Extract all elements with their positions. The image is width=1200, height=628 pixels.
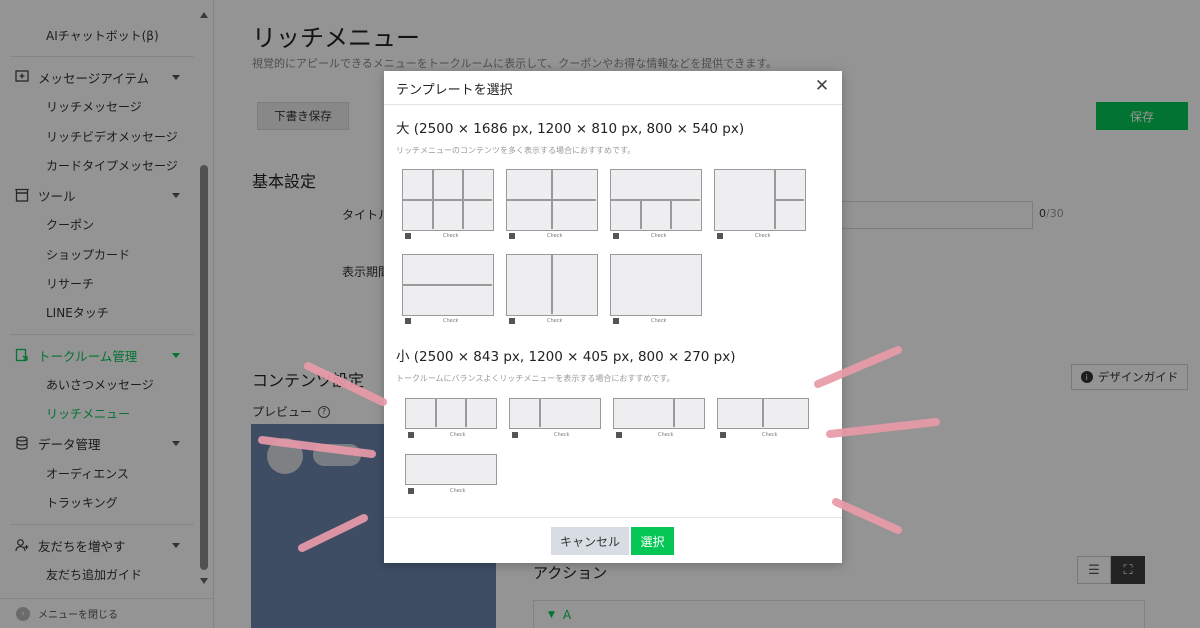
radio-button[interactable] <box>408 432 414 438</box>
template-caption: Check <box>443 233 459 239</box>
template-preview <box>717 398 809 429</box>
radio-button[interactable] <box>613 233 619 239</box>
template-preview <box>402 254 494 316</box>
template-preview <box>610 169 702 231</box>
radio-button[interactable] <box>720 432 726 438</box>
template-caption: Check <box>547 318 563 324</box>
template-caption: Check <box>658 432 674 438</box>
radio-button[interactable] <box>405 318 411 324</box>
select-button[interactable]: 選択 <box>631 527 674 555</box>
template-caption: Check <box>651 233 667 239</box>
dialog-header: テンプレートを選択 ✕ <box>384 71 842 105</box>
template-caption: Check <box>443 318 459 324</box>
dialog-title: テンプレートを選択 <box>396 83 513 98</box>
template-caption: Check <box>755 233 771 239</box>
template-preview <box>714 169 806 231</box>
template-caption: Check <box>554 432 570 438</box>
template-preview <box>610 254 702 316</box>
template-caption: Check <box>547 233 563 239</box>
small-templates-description: トークルームにバランスよくリッチメニューを表示する場合におすすめです。 <box>396 374 675 383</box>
template-preview <box>509 398 601 429</box>
template-preview <box>506 254 598 316</box>
radio-button[interactable] <box>613 318 619 324</box>
template-preview <box>506 169 598 231</box>
small-templates-heading: 小 (2500 × 843 px, 1200 × 405 px, 800 × 2… <box>396 349 736 365</box>
template-preview <box>402 169 494 231</box>
radio-button[interactable] <box>512 432 518 438</box>
radio-button[interactable] <box>408 488 414 494</box>
close-icon[interactable]: ✕ <box>814 78 830 95</box>
template-caption: Check <box>762 432 778 438</box>
radio-button[interactable] <box>405 233 411 239</box>
template-caption: Check <box>450 488 466 494</box>
template-preview <box>405 454 497 485</box>
large-templates-heading: 大 (2500 × 1686 px, 1200 × 810 px, 800 × … <box>396 121 745 137</box>
template-caption: Check <box>450 432 466 438</box>
cancel-button[interactable]: キャンセル <box>551 527 629 555</box>
radio-button[interactable] <box>717 233 723 239</box>
template-caption: Check <box>651 318 667 324</box>
radio-button[interactable] <box>509 318 515 324</box>
dialog-footer: キャンセル 選択 <box>384 517 842 563</box>
large-templates-description: リッチメニューのコンテンツを多く表示する場合におすすめです。 <box>396 146 636 155</box>
template-preview <box>405 398 497 429</box>
template-select-dialog: テンプレートを選択 ✕ 大 (2500 × 1686 px, 1200 × 81… <box>384 71 842 563</box>
radio-button[interactable] <box>509 233 515 239</box>
template-preview <box>613 398 705 429</box>
radio-button[interactable] <box>616 432 622 438</box>
